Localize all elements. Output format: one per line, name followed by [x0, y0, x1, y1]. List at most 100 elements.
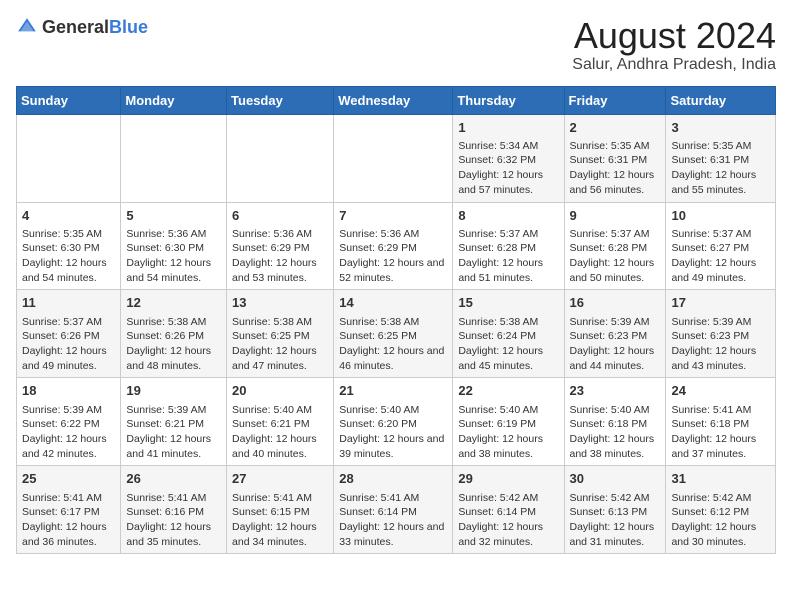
day-number: 27	[232, 470, 328, 488]
day-info: Sunrise: 5:40 AM Sunset: 6:20 PM Dayligh…	[339, 403, 447, 462]
calendar-cell: 9 Sunrise: 5:37 AM Sunset: 6:28 PM Daylig…	[564, 202, 666, 290]
day-info: Sunrise: 5:41 AM Sunset: 6:14 PM Dayligh…	[339, 491, 447, 550]
day-info: Sunrise: 5:39 AM Sunset: 6:23 PM Dayligh…	[671, 315, 770, 374]
day-info: Sunrise: 5:37 AM Sunset: 6:28 PM Dayligh…	[458, 227, 558, 286]
calendar-cell: 26 Sunrise: 5:41 AM Sunset: 6:16 PM Dayli…	[121, 466, 227, 554]
day-info: Sunrise: 5:35 AM Sunset: 6:31 PM Dayligh…	[671, 139, 770, 198]
day-number: 26	[126, 470, 221, 488]
day-number: 3	[671, 119, 770, 137]
calendar-cell: 12 Sunrise: 5:38 AM Sunset: 6:26 PM Dayli…	[121, 290, 227, 378]
day-info: Sunrise: 5:38 AM Sunset: 6:26 PM Dayligh…	[126, 315, 221, 374]
day-info: Sunrise: 5:37 AM Sunset: 6:26 PM Dayligh…	[22, 315, 115, 374]
logo-general: General	[42, 17, 109, 37]
day-number: 16	[570, 294, 661, 312]
week-row-5: 25 Sunrise: 5:41 AM Sunset: 6:17 PM Dayli…	[17, 466, 776, 554]
day-info: Sunrise: 5:36 AM Sunset: 6:29 PM Dayligh…	[339, 227, 447, 286]
day-number: 17	[671, 294, 770, 312]
calendar-header: SundayMondayTuesdayWednesdayThursdayFrid…	[17, 86, 776, 114]
calendar-cell: 7 Sunrise: 5:36 AM Sunset: 6:29 PM Daylig…	[334, 202, 453, 290]
day-info: Sunrise: 5:37 AM Sunset: 6:27 PM Dayligh…	[671, 227, 770, 286]
day-header-friday: Friday	[564, 86, 666, 114]
day-number: 9	[570, 207, 661, 225]
day-number: 28	[339, 470, 447, 488]
day-info: Sunrise: 5:40 AM Sunset: 6:19 PM Dayligh…	[458, 403, 558, 462]
calendar-cell: 23 Sunrise: 5:40 AM Sunset: 6:18 PM Dayli…	[564, 378, 666, 466]
day-info: Sunrise: 5:36 AM Sunset: 6:29 PM Dayligh…	[232, 227, 328, 286]
calendar-cell: 4Sunrise: 5:35 AM Sunset: 6:30 PM Daylig…	[17, 202, 121, 290]
calendar-cell: 29 Sunrise: 5:42 AM Sunset: 6:14 PM Dayli…	[453, 466, 564, 554]
day-header-saturday: Saturday	[666, 86, 776, 114]
day-number: 6	[232, 207, 328, 225]
calendar-cell: 11Sunrise: 5:37 AM Sunset: 6:26 PM Dayli…	[17, 290, 121, 378]
title-block: August 2024 Salur, Andhra Pradesh, India	[572, 16, 776, 74]
calendar-cell	[121, 114, 227, 202]
day-info: Sunrise: 5:42 AM Sunset: 6:12 PM Dayligh…	[671, 491, 770, 550]
day-number: 22	[458, 382, 558, 400]
page-header: GeneralBlue August 2024 Salur, Andhra Pr…	[16, 16, 776, 74]
week-row-1: 1 Sunrise: 5:34 AM Sunset: 6:32 PM Daylig…	[17, 114, 776, 202]
day-number: 7	[339, 207, 447, 225]
day-header-wednesday: Wednesday	[334, 86, 453, 114]
day-info: Sunrise: 5:38 AM Sunset: 6:25 PM Dayligh…	[339, 315, 447, 374]
day-info: Sunrise: 5:34 AM Sunset: 6:32 PM Dayligh…	[458, 139, 558, 198]
calendar-cell	[227, 114, 334, 202]
calendar-body: 1 Sunrise: 5:34 AM Sunset: 6:32 PM Daylig…	[17, 114, 776, 554]
day-number: 23	[570, 382, 661, 400]
calendar-cell: 25 Sunrise: 5:41 AM Sunset: 6:17 PM Dayli…	[17, 466, 121, 554]
day-header-tuesday: Tuesday	[227, 86, 334, 114]
day-number: 25	[22, 470, 115, 488]
day-info: Sunrise: 5:37 AM Sunset: 6:28 PM Dayligh…	[570, 227, 661, 286]
day-info: Sunrise: 5:35 AM Sunset: 6:30 PM Dayligh…	[22, 227, 115, 286]
day-number: 15	[458, 294, 558, 312]
day-number: 29	[458, 470, 558, 488]
day-header-monday: Monday	[121, 86, 227, 114]
calendar-cell: 24Sunrise: 5:41 AM Sunset: 6:18 PM Dayli…	[666, 378, 776, 466]
day-info: Sunrise: 5:41 AM Sunset: 6:16 PM Dayligh…	[126, 491, 221, 550]
day-info: Sunrise: 5:36 AM Sunset: 6:30 PM Dayligh…	[126, 227, 221, 286]
calendar-cell: 17 Sunrise: 5:39 AM Sunset: 6:23 PM Dayli…	[666, 290, 776, 378]
day-number: 10	[671, 207, 770, 225]
day-info: Sunrise: 5:38 AM Sunset: 6:25 PM Dayligh…	[232, 315, 328, 374]
day-number: 19	[126, 382, 221, 400]
calendar-cell: 6 Sunrise: 5:36 AM Sunset: 6:29 PM Daylig…	[227, 202, 334, 290]
day-number: 8	[458, 207, 558, 225]
calendar-cell: 10 Sunrise: 5:37 AM Sunset: 6:27 PM Dayli…	[666, 202, 776, 290]
day-number: 13	[232, 294, 328, 312]
day-header-sunday: Sunday	[17, 86, 121, 114]
day-number: 18	[22, 382, 115, 400]
day-number: 1	[458, 119, 558, 137]
calendar-cell: 8 Sunrise: 5:37 AM Sunset: 6:28 PM Daylig…	[453, 202, 564, 290]
calendar-cell: 13 Sunrise: 5:38 AM Sunset: 6:25 PM Dayli…	[227, 290, 334, 378]
header-row: SundayMondayTuesdayWednesdayThursdayFrid…	[17, 86, 776, 114]
day-info: Sunrise: 5:41 AM Sunset: 6:17 PM Dayligh…	[22, 491, 115, 550]
calendar-cell: 14Sunrise: 5:38 AM Sunset: 6:25 PM Dayli…	[334, 290, 453, 378]
calendar-cell: 27 Sunrise: 5:41 AM Sunset: 6:15 PM Dayli…	[227, 466, 334, 554]
day-info: Sunrise: 5:39 AM Sunset: 6:21 PM Dayligh…	[126, 403, 221, 462]
generalblue-icon	[16, 16, 38, 38]
day-number: 21	[339, 382, 447, 400]
day-info: Sunrise: 5:40 AM Sunset: 6:18 PM Dayligh…	[570, 403, 661, 462]
calendar-cell: 20Sunrise: 5:40 AM Sunset: 6:21 PM Dayli…	[227, 378, 334, 466]
week-row-3: 11Sunrise: 5:37 AM Sunset: 6:26 PM Dayli…	[17, 290, 776, 378]
day-header-thursday: Thursday	[453, 86, 564, 114]
calendar-cell: 30Sunrise: 5:42 AM Sunset: 6:13 PM Dayli…	[564, 466, 666, 554]
calendar-cell: 21 Sunrise: 5:40 AM Sunset: 6:20 PM Dayli…	[334, 378, 453, 466]
calendar-cell: 2Sunrise: 5:35 AM Sunset: 6:31 PM Daylig…	[564, 114, 666, 202]
day-number: 5	[126, 207, 221, 225]
day-number: 31	[671, 470, 770, 488]
day-info: Sunrise: 5:41 AM Sunset: 6:15 PM Dayligh…	[232, 491, 328, 550]
calendar-cell: 5 Sunrise: 5:36 AM Sunset: 6:30 PM Daylig…	[121, 202, 227, 290]
calendar-cell: 19 Sunrise: 5:39 AM Sunset: 6:21 PM Dayli…	[121, 378, 227, 466]
calendar-cell: 22 Sunrise: 5:40 AM Sunset: 6:19 PM Dayli…	[453, 378, 564, 466]
calendar-cell	[17, 114, 121, 202]
calendar-cell: 3 Sunrise: 5:35 AM Sunset: 6:31 PM Daylig…	[666, 114, 776, 202]
day-info: Sunrise: 5:42 AM Sunset: 6:13 PM Dayligh…	[570, 491, 661, 550]
day-info: Sunrise: 5:41 AM Sunset: 6:18 PM Dayligh…	[671, 403, 770, 462]
day-info: Sunrise: 5:39 AM Sunset: 6:23 PM Dayligh…	[570, 315, 661, 374]
day-info: Sunrise: 5:39 AM Sunset: 6:22 PM Dayligh…	[22, 403, 115, 462]
day-number: 12	[126, 294, 221, 312]
calendar-cell: 1 Sunrise: 5:34 AM Sunset: 6:32 PM Daylig…	[453, 114, 564, 202]
day-info: Sunrise: 5:38 AM Sunset: 6:24 PM Dayligh…	[458, 315, 558, 374]
calendar-cell: 31 Sunrise: 5:42 AM Sunset: 6:12 PM Dayli…	[666, 466, 776, 554]
day-info: Sunrise: 5:42 AM Sunset: 6:14 PM Dayligh…	[458, 491, 558, 550]
